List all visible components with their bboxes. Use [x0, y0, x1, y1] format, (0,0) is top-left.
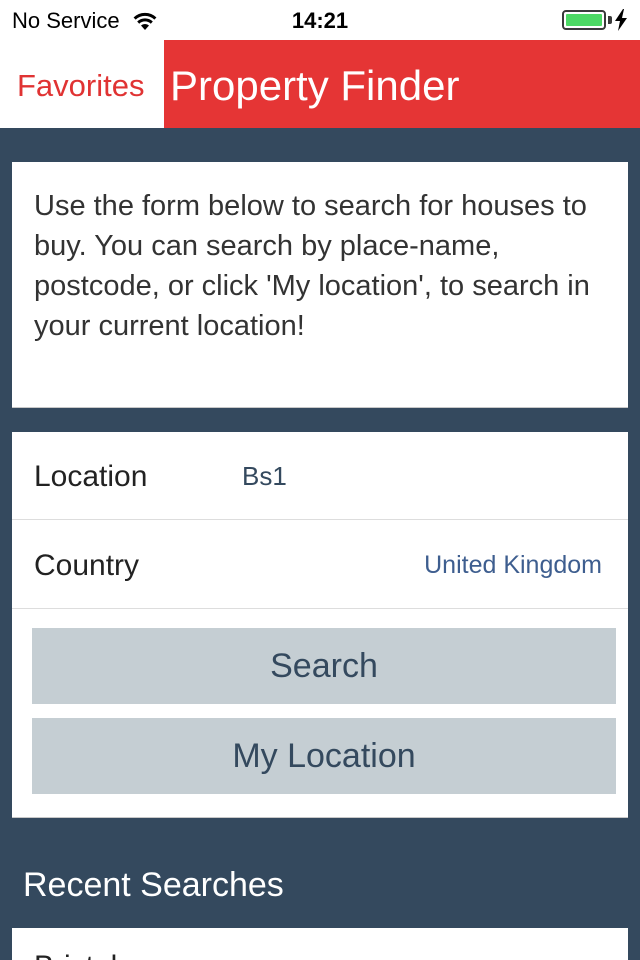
title-banner: Property Finder: [164, 40, 640, 128]
search-form: Location Country United Kingdom Search M…: [12, 432, 628, 817]
recent-search-item[interactable]: Bristol: [34, 950, 117, 960]
battery-tip: [608, 16, 612, 24]
navigation-bar: Favorites Property Finder: [0, 40, 640, 128]
status-bar: No Service 14:21: [0, 0, 640, 40]
location-label: Location: [34, 460, 148, 493]
search-button[interactable]: Search: [32, 628, 616, 704]
status-time: 14:21: [291, 8, 349, 33]
country-row[interactable]: Country United Kingdom: [12, 521, 628, 609]
location-row: Location: [12, 432, 628, 520]
recent-searches-heading: Recent Searches: [23, 866, 284, 904]
info-card: Use the form below to search for houses …: [12, 162, 628, 407]
charging-bolt-icon: [615, 9, 627, 31]
favorites-button[interactable]: Favorites: [17, 68, 144, 104]
my-location-button[interactable]: My Location: [32, 718, 616, 794]
battery-icon: [562, 10, 606, 30]
country-label: Country: [34, 549, 140, 582]
location-input[interactable]: [242, 456, 602, 496]
page-title: Property Finder: [170, 62, 460, 109]
country-value[interactable]: United Kingdom: [424, 551, 602, 580]
battery-level: [566, 14, 602, 26]
recent-searches-list: Bristol: [12, 928, 628, 960]
instructions-text: Use the form below to search for houses …: [34, 190, 590, 342]
